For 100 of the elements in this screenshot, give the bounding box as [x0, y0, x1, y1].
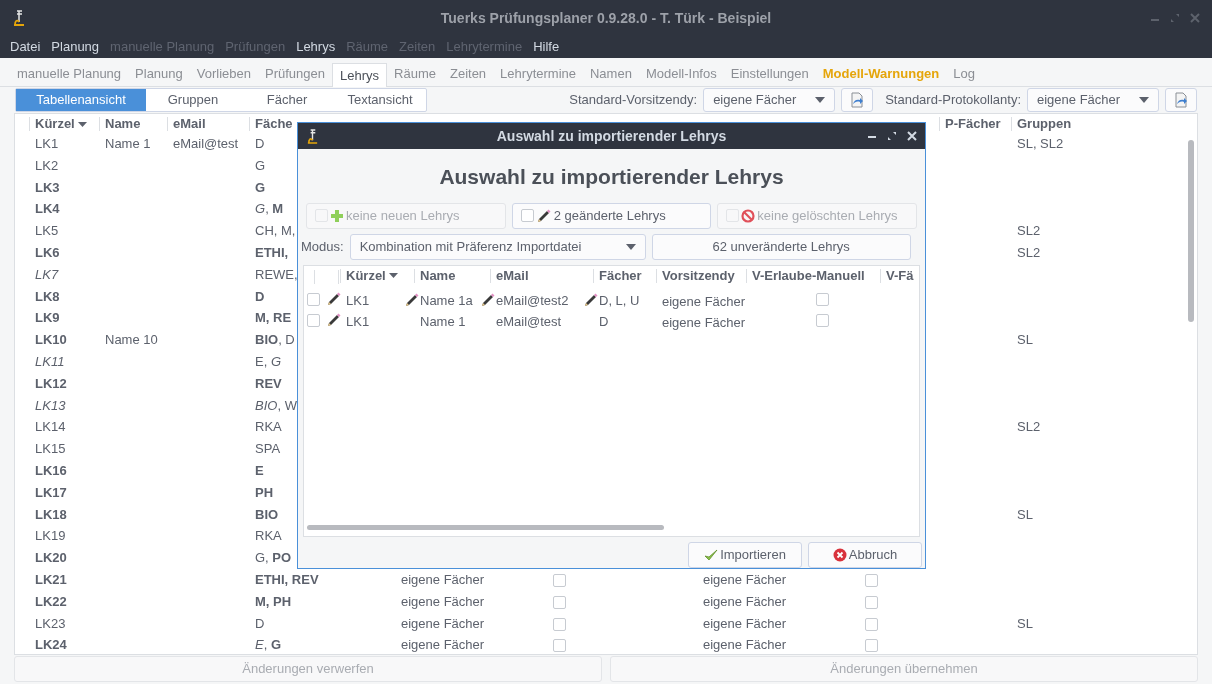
menu-item[interactable]: Hilfe — [533, 37, 560, 57]
toolbar-label: Standard-Protokollanty: — [885, 91, 1021, 110]
table-cell: eigene Fächer — [703, 637, 787, 653]
tab[interactable]: Prüfungen — [258, 62, 332, 86]
checkbox[interactable] — [520, 209, 534, 222]
checkbox[interactable] — [865, 639, 878, 653]
column-header[interactable]: V-Erlaube-Manuell — [746, 268, 865, 283]
window-title: Tuerks Prüfungsplaner 0.9.28.0 - T. Türk - Beispiel — [439, 8, 773, 28]
tab[interactable]: Modell-Infos — [638, 62, 724, 86]
table-cell: LK3 — [35, 179, 60, 195]
horizontal-scrollbar[interactable] — [307, 525, 664, 530]
dropdown[interactable]: eigene Fächer — [1027, 88, 1159, 112]
column-header[interactable]: Name — [414, 268, 456, 283]
dialog-button[interactable]: Abbruch — [808, 542, 922, 568]
tab[interactable]: Namen — [583, 62, 639, 86]
menu-item[interactable]: Lehrys — [296, 37, 336, 57]
table-cell: SL2 — [1017, 419, 1041, 435]
column-header[interactable]: Kürzel — [29, 117, 87, 131]
table-cell-text: eMail@test — [496, 312, 562, 331]
column-header[interactable]: Name — [99, 117, 141, 131]
app-logo-icon — [306, 128, 319, 144]
checkbox[interactable] — [865, 617, 878, 631]
view-tab[interactable]: Fächer — [240, 89, 334, 111]
view-tab[interactable]: Tabellenansicht — [16, 89, 146, 111]
checkbox[interactable] — [553, 617, 566, 631]
table-cell: LK22 — [35, 593, 67, 609]
column-header[interactable]: Vorsitzendy — [656, 268, 735, 283]
table-cell: LK13 — [35, 397, 66, 413]
apply-button[interactable] — [841, 88, 874, 112]
table-cell: eMail@test — [173, 136, 239, 151]
tab[interactable]: Lehrytermine — [493, 62, 583, 86]
mode-dropdown[interactable]: Kombination mit Präferenz Importdatei — [349, 233, 646, 260]
table-cell: eigene Fächer — [703, 593, 787, 609]
checkbox[interactable] — [553, 639, 566, 653]
column-header[interactable]: V-Fä — [880, 268, 914, 283]
dialog-button[interactable]: Importieren — [688, 542, 802, 568]
table-cell: LK16 — [35, 462, 67, 478]
toolbar-label: Standard-Vorsitzendy: — [569, 91, 698, 110]
tab[interactable]: manuelle Planung — [10, 62, 129, 86]
table-cell: RKA — [255, 419, 282, 435]
checkbox[interactable] — [865, 573, 878, 587]
table-cell: G — [255, 157, 266, 173]
column-header[interactable]: Fäche — [249, 117, 293, 131]
table-cell: LK20 — [35, 550, 67, 566]
dropdown-caret-icon — [625, 243, 636, 250]
column-header[interactable]: P-Fächer — [939, 117, 1001, 131]
table-cell: LK15 — [35, 441, 66, 457]
table-cell: REWE, — [255, 266, 298, 282]
table-cell: eigene Fächer — [703, 615, 787, 631]
tab[interactable]: Vorlieben — [189, 62, 258, 86]
table-cell: LK24 — [35, 637, 67, 653]
table-cell: LK23 — [35, 615, 66, 631]
table-cell: M, RE — [255, 310, 292, 326]
table-cell-text: eigene Fächer — [662, 313, 746, 332]
checkbox[interactable] — [865, 595, 878, 609]
tab[interactable]: Räume — [387, 62, 443, 86]
table-cell: eigene Fächer — [401, 571, 485, 587]
menu-item[interactable]: Datei — [10, 37, 41, 57]
column-header[interactable]: Kürzel — [340, 268, 398, 283]
column-header[interactable]: Fächer — [593, 268, 642, 283]
table-cell: LK4 — [35, 201, 60, 217]
table-cell: LK14 — [35, 419, 66, 435]
table-cell: LK17 — [35, 484, 67, 500]
column-header[interactable]: eMail — [490, 268, 529, 283]
view-tab[interactable]: Gruppen — [146, 89, 240, 111]
column-header[interactable]: eMail — [167, 117, 206, 131]
view-tab[interactable]: Textansicht — [334, 89, 426, 111]
table-cell: SL2 — [1017, 245, 1041, 260]
dropdown-caret-icon — [1139, 97, 1149, 103]
dropdown[interactable]: eigene Fächer — [703, 88, 836, 112]
table-cell: G — [255, 179, 266, 195]
scrollbar[interactable] — [1188, 140, 1194, 322]
unchanged-button[interactable]: 62 unveränderte Lehrys — [651, 233, 911, 260]
table-cell: Name 1 — [105, 136, 151, 151]
table-cell: D — [255, 615, 265, 631]
table-cell-text: LK1 — [346, 291, 370, 310]
apply-button[interactable] — [1165, 88, 1197, 112]
checkmark-icon — [704, 548, 719, 562]
tab[interactable]: Lehrys — [332, 63, 388, 87]
mode-label: Modus: — [301, 237, 344, 256]
filter-toggle[interactable]: 2 geänderte Lehrys — [511, 202, 712, 229]
table-cell: RKA — [255, 528, 282, 544]
table-cell: D — [255, 136, 265, 151]
dialog-title: Auswahl zu importierender Lehrys — [495, 126, 728, 146]
checkbox[interactable] — [816, 292, 829, 306]
checkbox[interactable] — [307, 313, 320, 327]
pencil-icon — [535, 207, 552, 224]
checkbox[interactable] — [816, 313, 829, 327]
table-cell: M, PH — [255, 593, 292, 609]
sort-caret-icon — [388, 273, 398, 278]
table-cell: LK19 — [35, 528, 66, 544]
checkbox[interactable] — [307, 292, 320, 306]
menu-item[interactable]: Planung — [51, 37, 100, 57]
maximize-icon[interactable] — [887, 131, 897, 141]
table-cell: LK12 — [35, 375, 67, 391]
checkbox[interactable] — [553, 573, 566, 587]
table-cell: LK5 — [35, 223, 59, 239]
checkbox[interactable] — [553, 595, 566, 609]
column-header[interactable]: Gruppen — [1011, 117, 1072, 131]
tab[interactable]: Planung — [128, 62, 190, 86]
